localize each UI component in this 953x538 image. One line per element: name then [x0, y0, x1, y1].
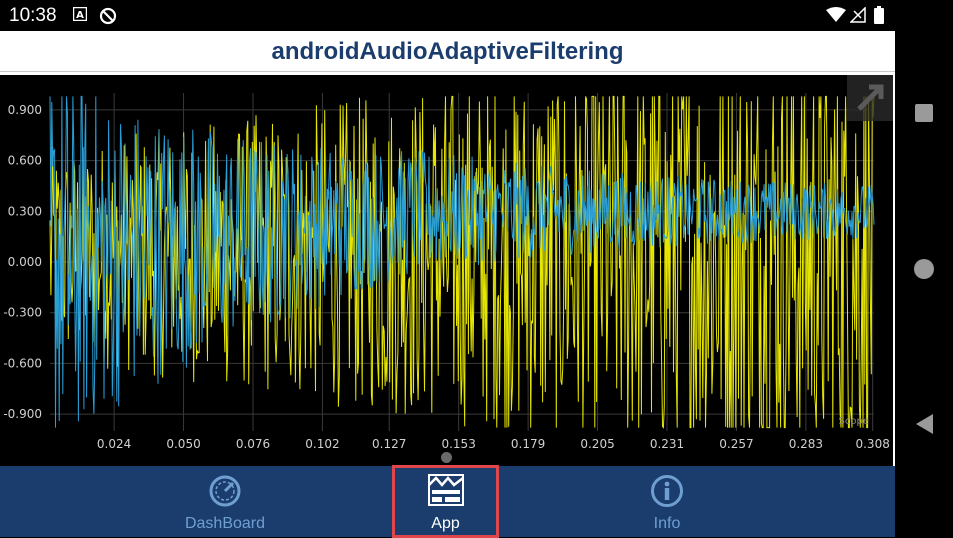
- app-title: androidAudioAdaptiveFiltering: [271, 38, 624, 65]
- status-bar: 10:38 A: [0, 0, 895, 31]
- system-nav-bar: [895, 0, 953, 537]
- signal-icon: [850, 7, 866, 23]
- y-tick-label: 0.000: [8, 255, 42, 269]
- a-badge-icon: A: [73, 7, 87, 21]
- x-tick-label: 0.127: [372, 437, 406, 451]
- x-tick-label: 0.283: [789, 437, 823, 451]
- app-window: androidAudioAdaptiveFiltering 0.900 0.600…: [0, 31, 895, 538]
- y-tick-labels: 0.900 0.600 0.300 0.000 -0.300 -0.600 -0.900: [3, 103, 42, 421]
- x-tick-label: 0.179: [511, 437, 545, 451]
- tab-dashboard-label: DashBoard: [184, 515, 266, 532]
- status-time: 10:38: [9, 5, 57, 26]
- back-button[interactable]: [895, 411, 953, 437]
- x-tick-label: 0.205: [580, 437, 614, 451]
- x-tick-label: 0.257: [719, 437, 753, 451]
- overview-square-icon: [915, 104, 933, 122]
- x-tick-label: 0.231: [650, 437, 684, 451]
- no-sync-icon: [99, 7, 117, 25]
- tab-info-label: Info: [653, 515, 681, 532]
- back-triangle-icon: [916, 414, 933, 434]
- tab-dashboard[interactable]: DashBoard: [170, 466, 280, 537]
- x-tick-label: 0.024: [97, 437, 131, 451]
- app-waveform-icon: [427, 474, 464, 506]
- expand-arrow-icon[interactable]: [847, 75, 893, 121]
- svg-text:A: A: [76, 10, 84, 21]
- battery-icon: [874, 6, 884, 24]
- tab-info[interactable]: Info: [612, 466, 722, 537]
- home-circle-icon: [914, 259, 934, 279]
- x-tick-label: 0.076: [236, 437, 270, 451]
- scope-label: Scope: [839, 416, 869, 427]
- y-tick-label: -0.600: [3, 356, 42, 370]
- scope-panel[interactable]: 0.900 0.600 0.300 0.000 -0.300 -0.600 -0.900 0…: [0, 75, 893, 478]
- x-tick-label: 0.102: [305, 437, 339, 451]
- info-icon: [651, 475, 683, 507]
- scope-chart: 0.900 0.600 0.300 0.000 -0.300 -0.600 -0.900 0…: [3, 93, 890, 451]
- x-tick-label: 0.153: [441, 437, 475, 451]
- y-tick-label: 0.600: [8, 154, 42, 168]
- x-tick-label: 0.050: [166, 437, 200, 451]
- y-tick-label: 0.900: [8, 103, 42, 117]
- y-tick-label: -0.900: [3, 407, 42, 421]
- home-button[interactable]: [895, 256, 953, 282]
- title-divider: [0, 71, 895, 72]
- tab-app-label: App: [431, 515, 460, 532]
- y-tick-label: -0.300: [3, 306, 42, 320]
- page-indicator-dot: [441, 452, 452, 463]
- x-tick-label: 0.308: [855, 437, 889, 451]
- wifi-icon: [826, 7, 846, 22]
- x-tick-labels: 0.024 0.050 0.076 0.102 0.127 0.153 0.179 0.205…: [97, 437, 890, 451]
- speedometer-icon: [209, 475, 241, 507]
- bottom-tab-bar: DashBoard App Info: [0, 465, 895, 538]
- overview-button[interactable]: [895, 100, 953, 126]
- y-tick-label: 0.300: [8, 204, 42, 218]
- tab-app[interactable]: App: [392, 465, 499, 538]
